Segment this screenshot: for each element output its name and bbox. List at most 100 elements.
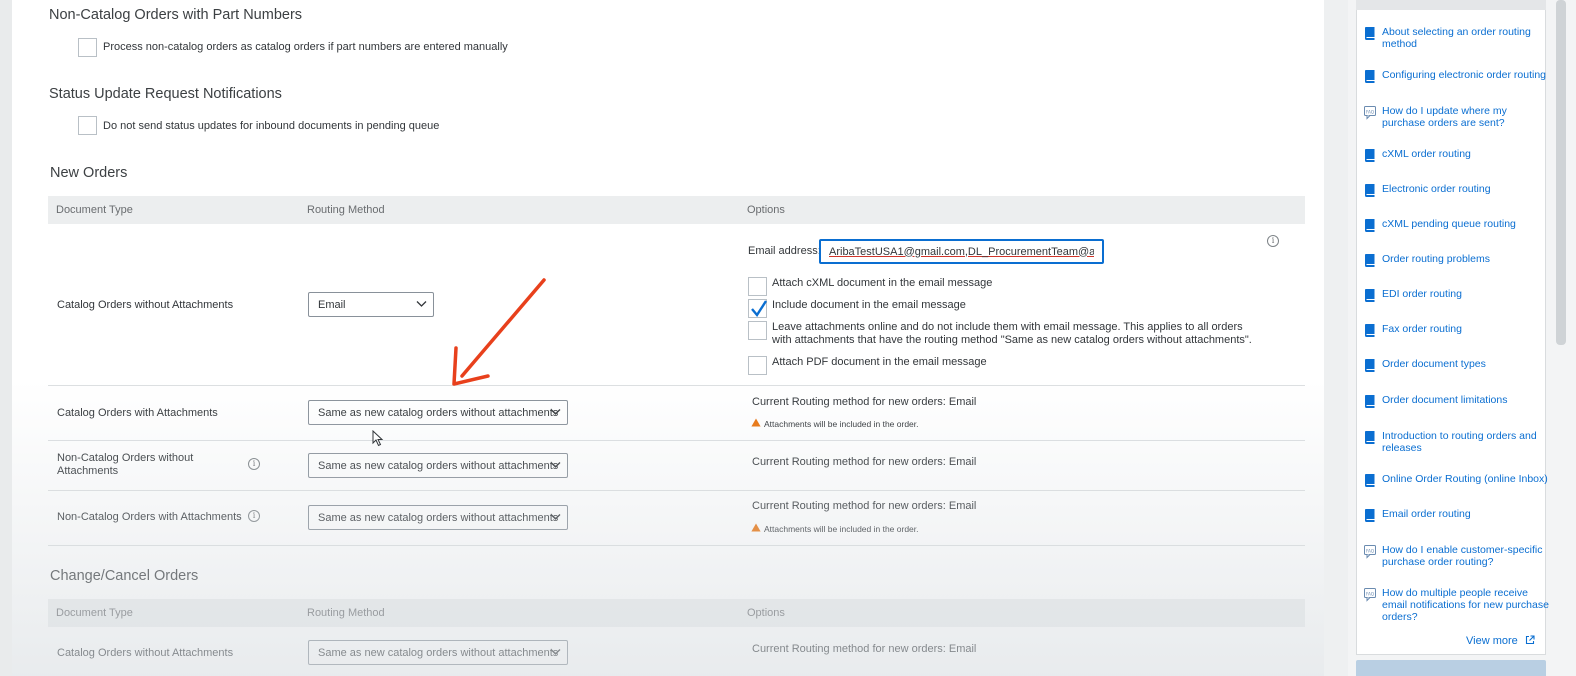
leave-attachments-online-label: Leave attachments online and do not incl… [772, 321, 1252, 346]
header-routing-method: Routing Method [307, 607, 385, 619]
chevron-down-icon [550, 409, 561, 415]
row-divider [48, 440, 1305, 441]
non-catalog-part-numbers-checkbox[interactable] [78, 38, 97, 57]
help-topic-label: About selecting an order routing method [1382, 26, 1531, 50]
change-cancel-table-header: Document Type Routing Method Options [48, 599, 1305, 627]
mouse-cursor-icon [372, 430, 384, 447]
row3-routing-select[interactable]: Same as new catalog orders without attac… [308, 453, 568, 478]
checkmark-icon [751, 300, 768, 318]
row1-routing-value: Email [318, 299, 346, 311]
svg-text:FAQ: FAQ [1366, 591, 1375, 596]
row2-document-type: Catalog Orders with Attachments [57, 407, 218, 419]
book-icon [1365, 474, 1375, 487]
section-title-new-orders: New Orders [50, 165, 128, 181]
help-topic-label: Order document types [1382, 358, 1486, 370]
view-more-link[interactable]: View more [1466, 634, 1535, 647]
info-icon[interactable]: i [1267, 235, 1279, 247]
help-topic-label: Introduction to routing orders and relea… [1382, 430, 1537, 454]
header-document-type: Document Type [56, 204, 133, 216]
leave-attachments-online-checkbox[interactable] [748, 321, 767, 340]
book-icon [1365, 395, 1375, 408]
status-update-label: Do not send status updates for inbound d… [103, 120, 440, 132]
row4-current-routing: Current Routing method for new orders: E… [752, 500, 977, 512]
help-topic-label: How do I update where my purchase orders… [1382, 105, 1507, 129]
book-icon [1365, 289, 1375, 302]
book-icon [1365, 431, 1375, 444]
content-gutter [1324, 0, 1348, 676]
email-address-label: Email address: [748, 245, 821, 257]
include-document-label: Include document in the email message [772, 299, 966, 311]
help-topic-label: Online Order Routing (online Inbox) [1382, 473, 1548, 485]
scrollbar-thumb[interactable] [1556, 0, 1566, 345]
chevron-down-icon [416, 301, 427, 307]
row1-routing-select[interactable]: Email [308, 292, 434, 317]
external-link-icon [1525, 635, 1535, 645]
svg-text:FAQ: FAQ [1366, 109, 1375, 114]
attach-cxml-checkbox[interactable] [748, 277, 767, 296]
help-topic-label: EDI order routing [1382, 288, 1462, 300]
header-document-type: Document Type [56, 607, 133, 619]
chevron-down-icon [550, 462, 561, 468]
annotation-arrow-icon [452, 278, 546, 386]
row4-routing-select[interactable]: Same as new catalog orders without attac… [308, 505, 568, 530]
new-orders-table-header: Document Type Routing Method Options [48, 196, 1305, 224]
help-topic-label: cXML pending queue routing [1382, 218, 1516, 230]
help-topic-label: cXML order routing [1382, 148, 1471, 160]
row-divider [48, 490, 1305, 491]
include-document-checkbox[interactable] [748, 299, 768, 318]
help-topic-label: Email order routing [1382, 508, 1471, 520]
cc-row1-current-routing: Current Routing method for new orders: E… [752, 643, 977, 655]
header-routing-method: Routing Method [307, 204, 385, 216]
row4-document-type: Non-Catalog Orders with Attachments [57, 511, 242, 523]
left-edge [0, 0, 12, 676]
view-more-label: View more [1466, 635, 1518, 647]
book-icon [1365, 324, 1375, 337]
help-topic-label: Electronic order routing [1382, 183, 1491, 195]
email-address-field[interactable] [821, 241, 1102, 262]
book-icon [1365, 27, 1375, 40]
row2-current-routing: Current Routing method for new orders: E… [752, 396, 977, 408]
info-icon[interactable]: i [248, 458, 260, 470]
cc-row1-document-type: Catalog Orders without Attachments [57, 647, 234, 659]
attach-pdf-label: Attach PDF document in the email message [772, 356, 987, 368]
svg-text:FAQ: FAQ [1366, 548, 1375, 553]
status-update-checkbox[interactable] [78, 116, 97, 135]
row2-routing-select[interactable]: Same as new catalog orders without attac… [308, 400, 568, 425]
faq-icon: FAQ [1364, 545, 1376, 559]
book-icon [1365, 219, 1375, 232]
row-divider [48, 385, 1305, 386]
attach-pdf-checkbox[interactable] [748, 356, 767, 375]
section-title-status-update: Status Update Request Notifications [49, 86, 282, 102]
help-panel-header [1356, 0, 1546, 10]
cc-row1-routing-select[interactable]: Same as new catalog orders without attac… [308, 640, 568, 665]
row3-document-type: Non-Catalog Orders without Attachments [57, 452, 194, 477]
row-divider [48, 545, 1305, 546]
header-options: Options [747, 204, 785, 216]
warning-icon [751, 418, 761, 427]
section-title-change-cancel: Change/Cancel Orders [50, 568, 199, 584]
chevron-down-icon [550, 514, 561, 520]
book-icon [1365, 184, 1375, 197]
info-icon[interactable]: i [248, 510, 260, 522]
help-topic-label: Order document limitations [1382, 394, 1508, 406]
book-icon [1365, 70, 1375, 83]
help-topic-label: Order routing problems [1382, 253, 1490, 265]
book-icon [1365, 149, 1375, 162]
faq-icon: FAQ [1364, 588, 1376, 602]
attach-cxml-label: Attach cXML document in the email messag… [772, 277, 993, 289]
help-topic-label: Fax order routing [1382, 323, 1462, 335]
row3-routing-value: Same as new catalog orders without attac… [318, 460, 559, 472]
chevron-down-icon [550, 649, 561, 655]
warning-icon [751, 523, 761, 532]
email-address-input[interactable] [819, 239, 1104, 264]
help-topic-label: How do multiple people receive email not… [1382, 587, 1549, 623]
help-topic-label: Configuring electronic order routing [1382, 69, 1547, 81]
header-options: Options [747, 607, 785, 619]
help-panel-button[interactable] [1356, 660, 1546, 676]
section-title-non-catalog: Non-Catalog Orders with Part Numbers [49, 7, 303, 23]
row3-current-routing: Current Routing method for new orders: E… [752, 456, 977, 468]
row1-document-type: Catalog Orders without Attachments [57, 299, 234, 311]
row2-warning-text: Attachments will be included in the orde… [764, 419, 919, 429]
cc-row1-routing-value: Same as new catalog orders without attac… [318, 647, 559, 659]
non-catalog-part-numbers-label: Process non-catalog orders as catalog or… [103, 41, 508, 53]
